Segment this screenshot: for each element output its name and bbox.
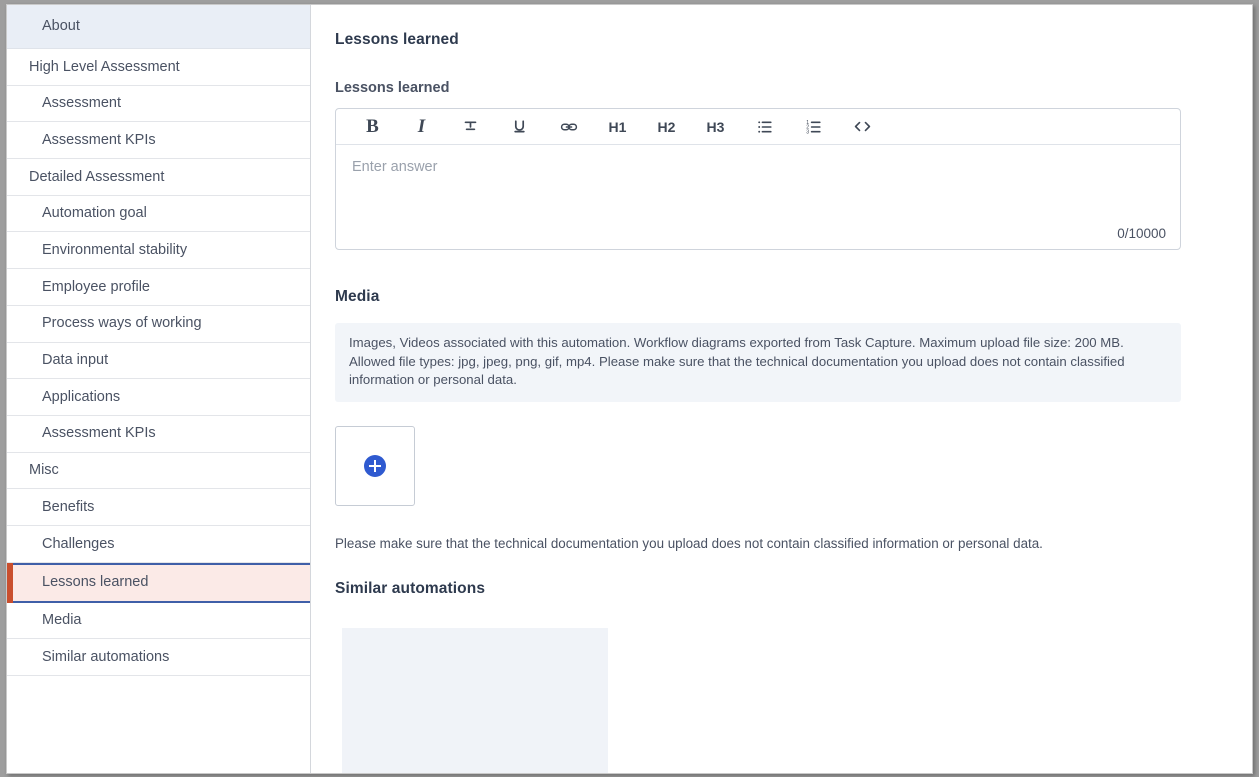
- media-section-title: Media: [335, 288, 380, 305]
- sidebar-item-label: Process ways of working: [42, 315, 202, 332]
- sidebar-item-label: High Level Assessment: [29, 58, 180, 75]
- sidebar-item-applications[interactable]: Applications: [7, 379, 310, 416]
- sidebar-item-label: Misc: [29, 462, 59, 479]
- main-content: Lessons learned Lessons learned B I H1 H…: [311, 5, 1252, 773]
- sidebar-item-label: Similar automations: [42, 648, 170, 665]
- sidebar-group-detailed-assessment[interactable]: Detailed Assessment: [7, 159, 310, 196]
- sidebar-item-label: Challenges: [42, 535, 115, 552]
- sidebar-item-environmental-stability[interactable]: Environmental stability: [7, 232, 310, 270]
- sidebar-item-label: Data input: [42, 352, 109, 369]
- sidebar-group-misc[interactable]: Misc: [7, 452, 310, 490]
- sidebar-item-assessment-kpis[interactable]: Assessment KPIs: [7, 122, 310, 160]
- rich-text-editor: B I H1 H2 H3 1 2 3 Enter answer 0/10000: [335, 108, 1181, 250]
- bulleted-list-icon[interactable]: [740, 110, 789, 144]
- sidebar-item-label: Assessment: [42, 95, 121, 112]
- sidebar-item-benefits[interactable]: Benefits: [7, 489, 310, 526]
- character-counter: 0/10000: [1117, 226, 1166, 241]
- sidebar-item-challenges[interactable]: Challenges: [7, 525, 310, 563]
- bold-icon[interactable]: B: [348, 110, 397, 144]
- similar-automation-card[interactable]: [342, 628, 608, 773]
- sidebar-item-label: Assessment KPIs: [42, 131, 156, 148]
- link-icon[interactable]: [544, 110, 593, 144]
- sidebar-item-label: Employee profile: [42, 278, 150, 295]
- plus-icon: [364, 455, 386, 478]
- sidebar-item-about[interactable]: About: [7, 5, 310, 49]
- editor-placeholder: Enter answer: [352, 159, 438, 175]
- editor-toolbar: B I H1 H2 H3 1 2 3: [336, 109, 1180, 145]
- sidebar-item-label: Environmental stability: [42, 242, 188, 259]
- media-upload-button[interactable]: [335, 426, 415, 507]
- sidebar-item-label: Benefits: [42, 498, 95, 515]
- sidebar-item-label: About: [42, 18, 80, 35]
- heading-2-icon[interactable]: H2: [642, 110, 691, 144]
- code-icon[interactable]: [838, 110, 887, 144]
- sidebar-item-process-ways-of-working[interactable]: Process ways of working: [7, 305, 310, 343]
- sidebar-item-automation-goal[interactable]: Automation goal: [7, 195, 310, 233]
- sidebar-item-label: Applications: [42, 388, 121, 405]
- heading-3-icon[interactable]: H3: [691, 110, 740, 144]
- media-disclaimer-note: Please make sure that the technical docu…: [335, 536, 1043, 552]
- sidebar-item-similar-automations[interactable]: Similar automations: [7, 639, 310, 676]
- sidebar-navigation: About High Level Assessment Assessment A…: [7, 5, 311, 773]
- sidebar-item-assessment[interactable]: Assessment: [7, 85, 310, 123]
- editor-text-area[interactable]: Enter answer 0/10000: [336, 145, 1180, 249]
- underline-icon[interactable]: [495, 110, 544, 144]
- numbered-list-icon[interactable]: 1 2 3: [789, 110, 838, 144]
- italic-icon[interactable]: I: [397, 110, 446, 144]
- sidebar-item-label: Lessons learned: [42, 574, 149, 591]
- sidebar-item-assessment-kpis-detailed[interactable]: Assessment KPIs: [7, 415, 310, 453]
- page-title: Lessons learned: [335, 31, 459, 48]
- lessons-learned-field-label: Lessons learned: [335, 80, 450, 96]
- similar-automations-title: Similar automations: [335, 580, 486, 598]
- sidebar-item-label: Media: [42, 612, 82, 629]
- heading-1-icon[interactable]: H1: [593, 110, 642, 144]
- sidebar-item-label: Detailed Assessment: [29, 168, 165, 185]
- sidebar-group-high-level-assessment[interactable]: High Level Assessment: [7, 49, 310, 86]
- sidebar-item-data-input[interactable]: Data input: [7, 342, 310, 380]
- sidebar-item-label: Assessment KPIs: [42, 425, 156, 442]
- media-info-box: Images, Videos associated with this auto…: [335, 323, 1181, 403]
- svg-text:3: 3: [806, 129, 809, 135]
- sidebar-item-media[interactable]: Media: [7, 602, 310, 640]
- sidebar-item-label: Automation goal: [42, 205, 147, 222]
- strikethrough-icon[interactable]: [446, 110, 495, 144]
- sidebar-item-lessons-learned[interactable]: Lessons learned: [7, 562, 310, 603]
- app-window: About High Level Assessment Assessment A…: [6, 4, 1253, 774]
- sidebar-item-employee-profile[interactable]: Employee profile: [7, 269, 310, 306]
